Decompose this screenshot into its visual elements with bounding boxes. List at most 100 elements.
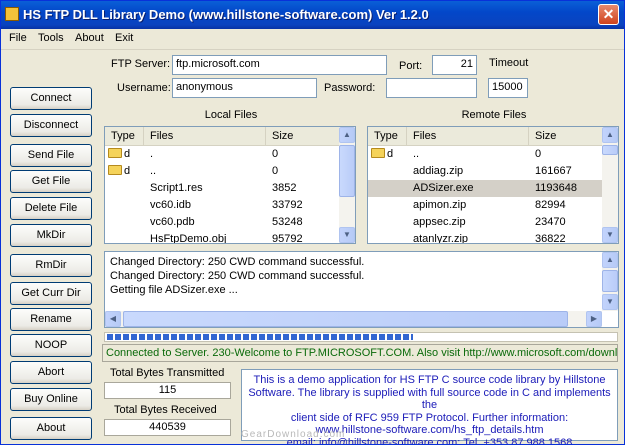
local-files-scrollbar[interactable]: ▲ ▼ [339, 127, 355, 243]
file-type [368, 214, 407, 231]
about-button[interactable]: About [10, 417, 92, 440]
scroll-down-icon[interactable]: ▼ [602, 227, 618, 243]
menu-file[interactable]: File [9, 32, 27, 44]
file-type: d [105, 146, 144, 163]
file-name: ADSizer.exe [413, 182, 474, 194]
file-size: 95792 [272, 233, 303, 244]
password-input[interactable] [386, 78, 477, 98]
file-size: 3852 [272, 182, 297, 194]
file-type [105, 214, 144, 231]
info-line: This is a demo application for HS FTP C … [253, 374, 606, 386]
file-type [368, 180, 407, 197]
bytes-transmitted-value: 115 [104, 382, 231, 399]
scroll-thumb[interactable] [602, 145, 618, 155]
column-size[interactable]: Size [266, 127, 341, 145]
mkdir-button[interactable]: MkDir [10, 224, 92, 247]
file-type: d [105, 163, 144, 180]
column-type[interactable]: Type [368, 127, 407, 145]
file-row[interactable]: ADSizer.exe 1193648 [368, 180, 602, 197]
file-row[interactable]: addiag.zip 161667 [368, 163, 602, 180]
file-row[interactable]: apimon.zip 82994 [368, 197, 602, 214]
file-size: 0 [535, 148, 542, 160]
file-size: 161667 [535, 165, 572, 177]
file-row[interactable]: appsec.zip 23470 [368, 214, 602, 231]
watermark: GearDownload.com [241, 429, 346, 440]
noop-button[interactable]: NOOP [10, 334, 92, 357]
local-files-list[interactable]: Type Files Size d. 0 d.. 0 Script1.res 3852 vc… [104, 126, 356, 244]
scroll-up-icon[interactable]: ▲ [602, 252, 618, 268]
file-type [105, 180, 144, 197]
file-name: .. [150, 165, 157, 177]
bytes-received-label: Total Bytes Received [114, 404, 217, 416]
send-file-button[interactable]: Send File [10, 144, 92, 167]
file-row[interactable]: atanlyzr.zip 36822 [368, 231, 602, 244]
scroll-right-icon[interactable]: ▶ [586, 311, 602, 327]
ftp-server-input[interactable]: ftp.microsoft.com [172, 55, 387, 75]
folder-icon [108, 165, 122, 175]
delete-file-button[interactable]: Delete File [10, 197, 92, 220]
scroll-left-icon[interactable]: ◀ [105, 311, 121, 327]
file-row[interactable]: d.. 0 [105, 163, 339, 180]
log-panel[interactable]: Changed Directory: 250 CWD command succe… [104, 251, 619, 328]
file-size: 0 [272, 165, 279, 177]
rename-button[interactable]: Rename [10, 308, 92, 331]
folder-icon [371, 148, 385, 158]
log-horizontal-scrollbar[interactable]: ◀ ▶ [105, 311, 602, 327]
remote-files-label: Remote Files [461, 109, 527, 121]
menu-tools[interactable]: Tools [38, 32, 64, 44]
timeout-label: Timeout [489, 57, 529, 69]
file-size: 82994 [535, 199, 566, 211]
file-row[interactable]: vc60.pdb 53248 [105, 214, 339, 231]
file-row[interactable]: Script1.res 3852 [105, 180, 339, 197]
password-label: Password: [324, 82, 376, 94]
scroll-up-icon[interactable]: ▲ [602, 127, 618, 143]
column-size[interactable]: Size [529, 127, 604, 145]
scroll-up-icon[interactable]: ▲ [339, 127, 355, 143]
remote-files-scrollbar[interactable]: ▲ ▼ [602, 127, 618, 243]
rmdir-button[interactable]: RmDir [10, 254, 92, 277]
connect-button[interactable]: Connect [10, 87, 92, 110]
menu-about[interactable]: About [75, 32, 104, 44]
username-input[interactable]: anonymous [172, 78, 317, 98]
port-input[interactable]: 21 [432, 55, 477, 75]
column-type[interactable]: Type [105, 127, 144, 145]
buy-online-button[interactable]: Buy Online [10, 388, 92, 411]
get-curr-dir-button[interactable]: Get Curr Dir [10, 282, 92, 305]
file-name: . [150, 148, 154, 160]
column-files[interactable]: Files [407, 127, 529, 145]
scroll-down-icon[interactable]: ▼ [602, 294, 618, 310]
scroll-down-icon[interactable]: ▼ [339, 227, 355, 243]
bytes-received-value: 440539 [104, 419, 231, 436]
bytes-transmitted-label: Total Bytes Transmitted [110, 367, 225, 379]
menu-exit[interactable]: Exit [115, 32, 133, 44]
file-name: apimon.zip [413, 199, 467, 211]
file-type [105, 231, 144, 243]
log-line: Changed Directory: 250 CWD command succe… [110, 256, 365, 268]
file-type [368, 163, 407, 180]
file-name: addiag.zip [413, 165, 464, 177]
file-row[interactable]: d. 0 [105, 146, 339, 163]
transfer-progress-bar [104, 332, 618, 342]
file-name: atanlyzr.zip [413, 233, 469, 244]
file-row[interactable]: vc60.idb 33792 [105, 197, 339, 214]
file-type [105, 197, 144, 214]
timeout-input[interactable]: 15000 [488, 78, 528, 98]
abort-button[interactable]: Abort [10, 361, 92, 384]
local-files-label: Local Files [204, 109, 258, 121]
log-vertical-scrollbar[interactable]: ▲ ▼ [602, 252, 618, 311]
close-button[interactable]: ✕ [598, 4, 619, 25]
file-row[interactable]: HsFtpDemo.obj 95792 [105, 231, 339, 244]
remote-files-list[interactable]: Type Files Size d.. 0 addiag.zip 161667 ADSi… [367, 126, 619, 244]
file-row[interactable]: d.. 0 [368, 146, 602, 163]
scroll-thumb[interactable] [602, 270, 618, 292]
title-bar[interactable]: HS FTP DLL Library Demo (www.hillstone-s… [1, 1, 624, 29]
username-label: Username: [117, 82, 171, 94]
get-file-button[interactable]: Get File [10, 170, 92, 193]
port-label: Port: [399, 60, 423, 72]
scroll-thumb[interactable] [339, 145, 355, 197]
scroll-thumb[interactable] [123, 311, 568, 327]
status-bar: Connected to Server. 230-Welcome to FTP.… [102, 344, 618, 362]
column-files[interactable]: Files [144, 127, 266, 145]
file-size: 53248 [272, 216, 303, 228]
disconnect-button[interactable]: Disconnect [10, 114, 92, 137]
